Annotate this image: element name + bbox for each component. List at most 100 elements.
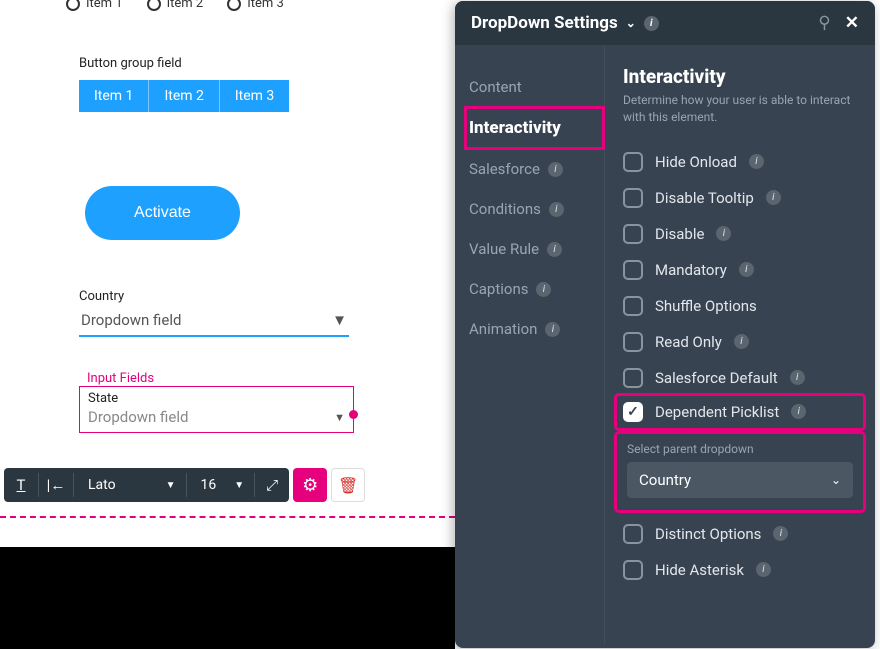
radio-icon [227,0,241,11]
underline-icon[interactable]: T [4,468,38,502]
nav-conditions[interactable]: Conditionsi [469,189,604,229]
pin-icon[interactable]: ⚲ [818,13,830,33]
button-group-item-1[interactable]: Item 1 [79,80,149,112]
info-icon[interactable]: i [756,562,771,577]
format-toolbar: T |← Lato▼ 16 ▼ ⤢ ⚙ 🗑 [4,468,365,502]
info-icon[interactable]: i [644,16,659,31]
nav-label: Interactivity [469,118,561,138]
button-group-item-2[interactable]: Item 2 [149,80,219,112]
info-icon[interactable]: i [739,262,754,277]
info-icon: i [547,242,562,257]
option-label: Shuffle Options [655,297,757,315]
info-icon[interactable]: i [766,190,781,205]
option-label: Hide Asterisk [655,561,744,579]
button-group: Item 1 Item 2 Item 3 [79,80,289,112]
checkbox-icon [623,368,643,388]
radio-item-2[interactable]: Item 2 [147,0,204,11]
panel-content: Interactivity Determine how your user is… [605,45,875,644]
section-description: Determine how your user is able to inter… [623,92,857,126]
parent-dropdown-select[interactable]: Country ⌄ [627,462,853,498]
nav-label: Value Rule [469,240,539,258]
state-dropdown[interactable]: Dropdown field ▼ [80,406,353,432]
option-label: Read Only [655,333,722,351]
radio-label: Item 3 [247,0,284,11]
info-icon: i [536,282,551,297]
chevron-down-icon: ▼ [334,411,345,424]
info-icon[interactable]: i [773,526,788,541]
footer-band [0,547,455,649]
chevron-down-icon: ▼ [166,480,176,491]
info-icon[interactable]: i [749,154,764,169]
nav-value-rule[interactable]: Value Rule i [469,229,604,269]
font-size-value: 16 [201,477,217,493]
radio-icon [66,0,80,11]
info-icon[interactable]: i [716,226,731,241]
checkbox-icon [623,296,643,316]
info-icon: i [549,202,564,217]
country-label: Country [79,289,124,304]
country-dropdown[interactable]: Dropdown field ▼ [79,307,349,337]
nav-captions[interactable]: Captionsi [469,269,604,309]
option-disable-tooltip[interactable]: Disable Tooltip i [623,180,857,216]
option-hide-onload[interactable]: Hide Onload i [623,144,857,180]
option-label: Hide Onload [655,153,737,171]
state-dropdown-value: Dropdown field [88,408,188,426]
expand-icon[interactable]: ⤢ [255,468,289,502]
option-salesforce-default[interactable]: Salesforce Defaulti [623,360,857,396]
checkbox-icon [623,152,643,172]
state-label: State [80,387,353,406]
option-shuffle[interactable]: Shuffle Options [623,288,857,324]
parent-dropdown-value: Country [639,471,691,489]
info-icon[interactable]: i [734,334,749,349]
activate-button[interactable]: Activate [85,186,240,240]
nav-label: Content [469,78,522,96]
option-label: Dependent Picklist [655,403,779,421]
nav-animation[interactable]: Animationi [469,309,604,349]
parent-dropdown-box: Select parent dropdown Country ⌄ [617,434,863,510]
font-select[interactable]: Lato▼ [74,477,186,493]
settings-panel: DropDown Settings ⌄ i ⚲ ✕ Content Intera… [455,1,875,648]
option-mandatory[interactable]: Mandatory i [623,252,857,288]
settings-button[interactable]: ⚙ [293,468,327,502]
checkbox-checked-icon: ✓ [623,402,643,422]
panel-header: DropDown Settings ⌄ i ⚲ ✕ [455,1,875,45]
info-icon[interactable]: i [790,370,805,385]
input-fields-label: Input Fields [87,371,354,386]
option-disable[interactable]: Disablei [623,216,857,252]
option-label: Disable Tooltip [655,189,754,207]
chevron-down-icon: ▼ [332,311,347,329]
option-hide-asterisk[interactable]: Hide Asterisk i [623,552,857,588]
button-group-label: Button group field [79,56,182,71]
radio-item-3[interactable]: Item 3 [227,0,284,11]
selection-handle[interactable] [349,410,358,419]
panel-title: DropDown Settings [471,13,618,33]
font-size-select[interactable]: 16 ▼ [187,477,255,493]
nav-salesforce[interactable]: Salesforcei [469,149,604,189]
nav-interactivity[interactable]: Interactivity [465,107,604,149]
checkbox-icon [623,524,643,544]
option-distinct[interactable]: Distinct Options i [623,516,857,552]
panel-nav: Content Interactivity Salesforcei Condit… [455,45,605,644]
option-label: Distinct Options [655,525,761,543]
info-icon[interactable]: i [791,404,806,419]
input-fields-selection[interactable]: Input Fields State Dropdown field ▼ [79,371,354,433]
option-read-only[interactable]: Read Only i [623,324,857,360]
nav-content[interactable]: Content [469,67,604,107]
close-icon[interactable]: ✕ [845,13,859,33]
chevron-down-icon: ⌄ [831,473,841,487]
align-left-icon[interactable]: |← [39,468,73,502]
radio-item-1[interactable]: Item 1 [66,0,123,11]
checkbox-icon [623,260,643,280]
button-group-item-3[interactable]: Item 3 [220,80,289,112]
info-icon: i [548,162,563,177]
radio-group: Item 1 Item 2 Item 3 [66,0,284,11]
chevron-down-icon: ▼ [234,480,244,491]
option-label: Mandatory [655,261,727,279]
radio-label: Item 2 [167,0,204,11]
chevron-down-icon[interactable]: ⌄ [626,16,636,30]
radio-icon [147,0,161,11]
option-dependent-picklist[interactable]: ✓ Dependent Picklist i [617,396,863,428]
delete-button[interactable]: 🗑 [331,468,365,502]
radio-label: Item 1 [86,0,123,11]
info-icon: i [545,322,560,337]
